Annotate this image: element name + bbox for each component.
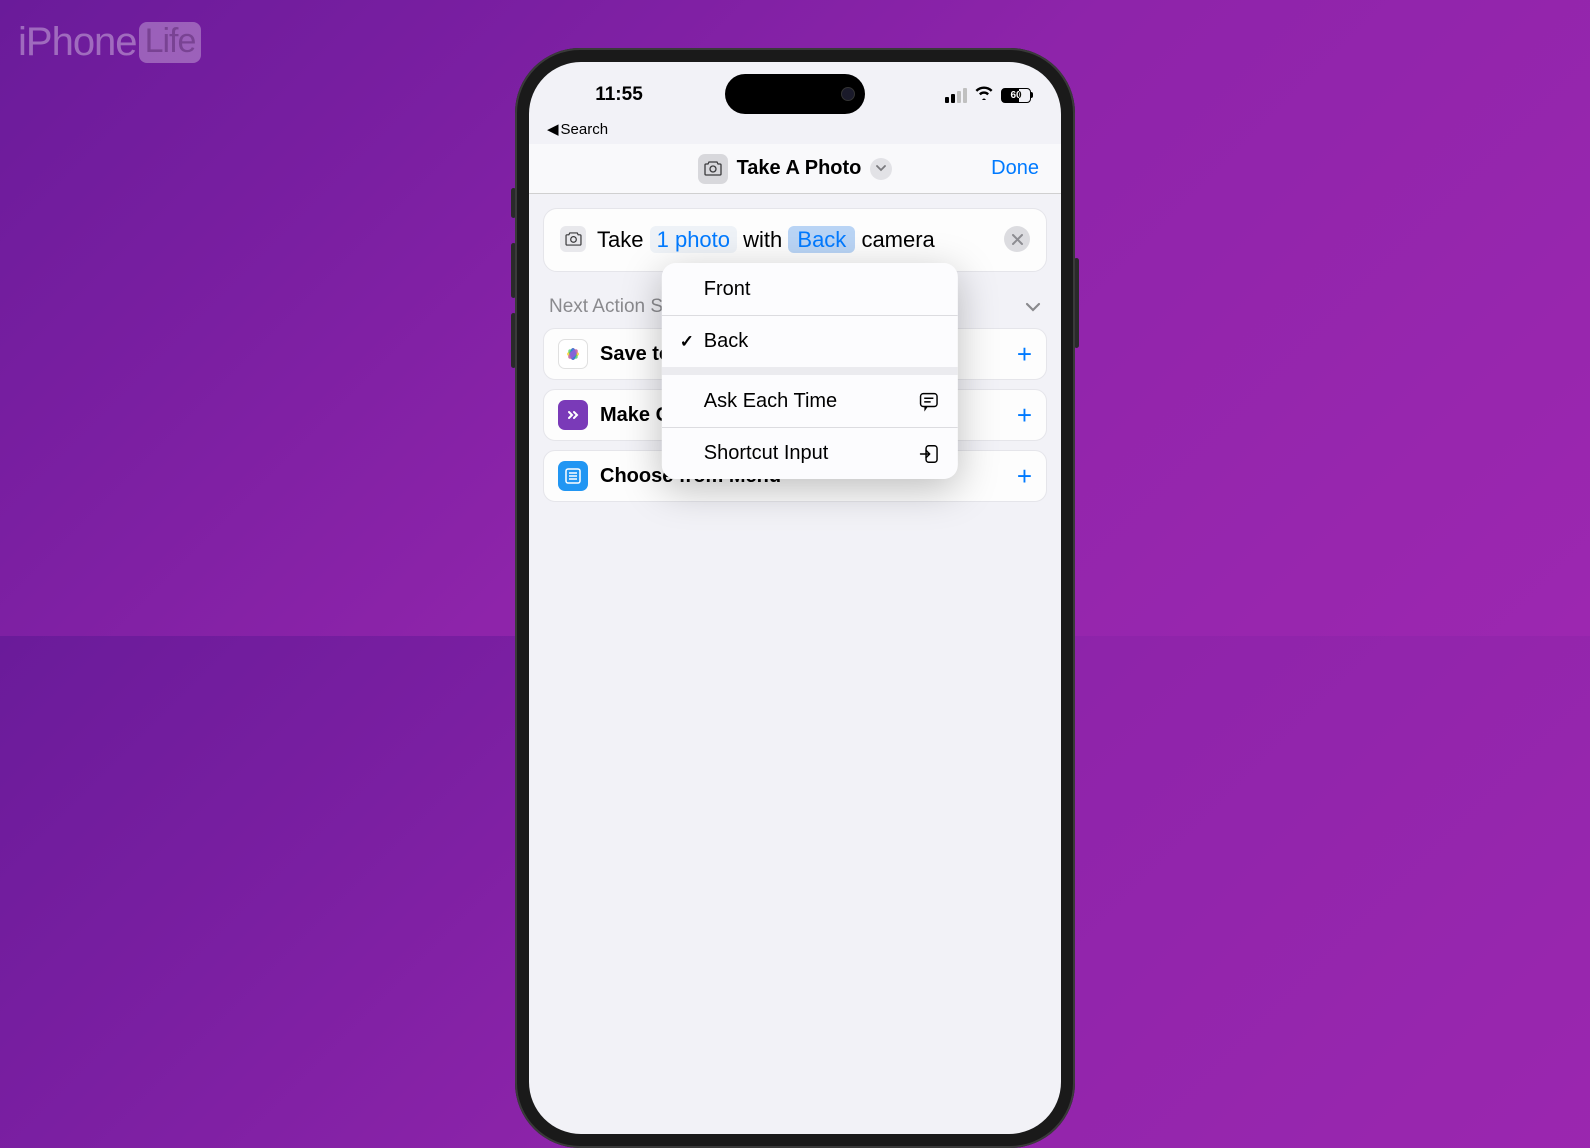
wifi-icon	[974, 85, 994, 105]
action-sentence: Take 1 photo with Back camera	[597, 223, 993, 257]
popup-divider	[662, 367, 958, 375]
ask-each-time-icon	[916, 390, 940, 412]
gif-icon	[558, 400, 588, 430]
popup-label: Ask Each Time	[680, 390, 916, 413]
checkmark-icon: ✓	[680, 332, 700, 352]
photos-app-icon	[558, 339, 588, 369]
popup-label: Front	[680, 278, 940, 301]
photo-count-param[interactable]: 1 photo	[650, 226, 737, 253]
camera-select-param[interactable]: Back	[788, 226, 855, 253]
menu-icon	[558, 461, 588, 491]
shortcut-title-button[interactable]: Take A Photo	[698, 154, 893, 184]
plus-icon: +	[1017, 339, 1032, 370]
action-word-take: Take	[597, 227, 643, 252]
chevron-down-icon	[1025, 296, 1041, 318]
camera-icon	[698, 154, 728, 184]
cellular-signal-icon	[945, 88, 967, 103]
front-camera-icon	[841, 87, 855, 101]
watermark-sub: Life	[139, 22, 202, 63]
chevron-down-icon	[870, 158, 892, 180]
watermark-logo: iPhoneLife	[18, 20, 201, 65]
plus-icon: +	[1017, 461, 1032, 492]
action-word-with: with	[743, 227, 782, 252]
popup-label: Back	[700, 330, 940, 353]
done-button[interactable]: Done	[969, 157, 1039, 180]
popup-option-back[interactable]: ✓ Back	[662, 315, 958, 367]
nav-bar: Take A Photo Done	[529, 144, 1061, 194]
popup-option-ask-each-time[interactable]: Ask Each Time	[662, 375, 958, 427]
clear-action-button[interactable]	[1004, 226, 1030, 252]
action-word-camera: camera	[861, 227, 934, 252]
popup-option-front[interactable]: Front	[662, 263, 958, 315]
camera-select-popup: Front ✓ Back Ask Each Time Shortcut Inpu…	[662, 263, 958, 479]
camera-icon	[560, 226, 586, 252]
nav-title: Take A Photo	[737, 157, 862, 180]
popup-option-shortcut-input[interactable]: Shortcut Input	[662, 427, 958, 479]
battery-level: 60	[1010, 90, 1021, 101]
back-caret-icon: ◀	[547, 120, 559, 138]
status-time: 11:55	[559, 84, 679, 106]
phone-mockup: 11:55 60 ◀	[515, 48, 1075, 1148]
shortcut-input-icon	[916, 443, 940, 465]
back-link-label: Search	[561, 121, 609, 138]
battery-icon: 60	[1001, 88, 1031, 103]
plus-icon: +	[1017, 400, 1032, 431]
watermark-brand: iPhone	[18, 20, 137, 65]
dynamic-island	[725, 74, 865, 114]
back-to-search-link[interactable]: ◀ Search	[529, 120, 1061, 144]
popup-label: Shortcut Input	[680, 442, 916, 465]
